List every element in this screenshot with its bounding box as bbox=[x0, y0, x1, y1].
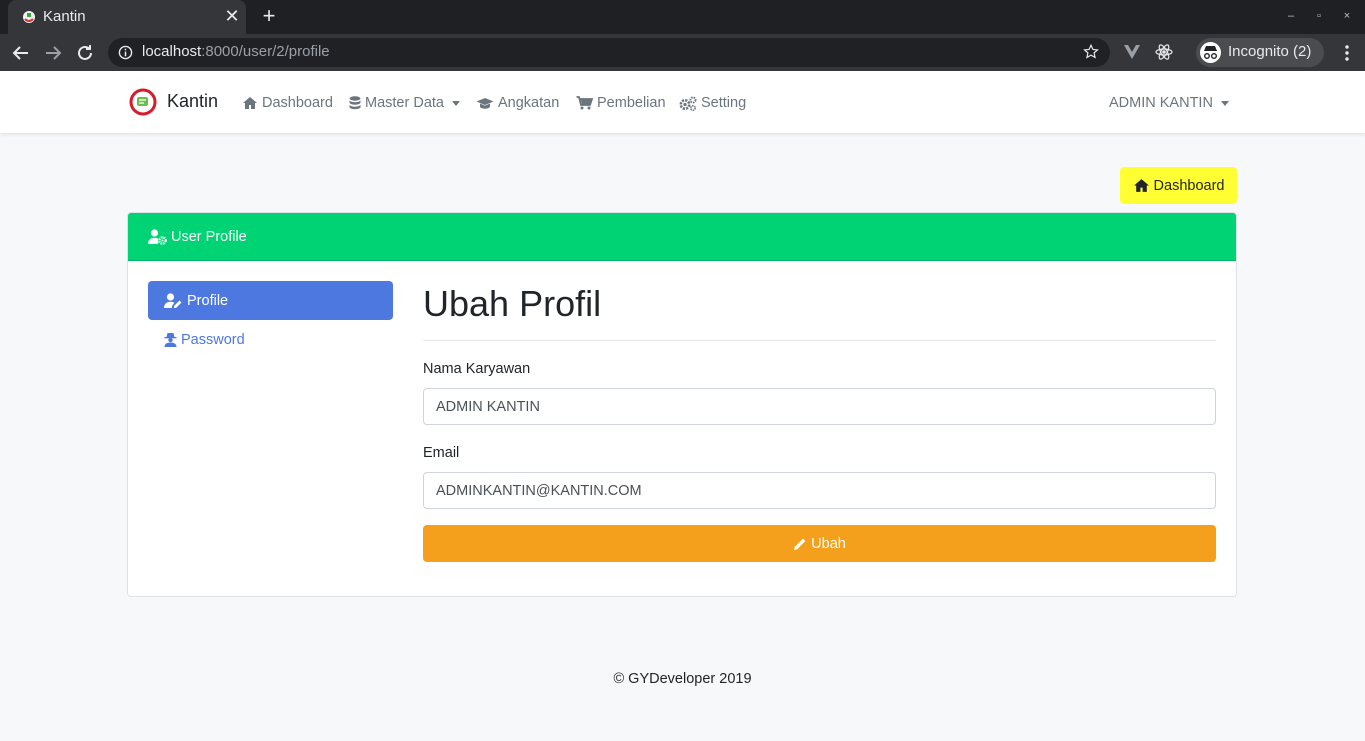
email-input[interactable] bbox=[423, 472, 1216, 509]
tab-close-icon[interactable]: ✕ bbox=[223, 6, 241, 26]
dashboard-button-label: Dashboard bbox=[1153, 177, 1225, 194]
card-header: User Profile bbox=[128, 213, 1236, 261]
email-label: Email bbox=[423, 445, 460, 461]
user-cog-icon bbox=[148, 228, 167, 245]
back-icon[interactable] bbox=[9, 41, 33, 65]
vue-devtools-icon[interactable] bbox=[1122, 42, 1142, 62]
reload-icon[interactable] bbox=[73, 41, 97, 65]
chevron-down-icon bbox=[1220, 100, 1229, 106]
brand-logo-icon bbox=[129, 88, 157, 116]
user-menu-label: ADMIN KANTIN bbox=[1109, 95, 1213, 111]
chevron-down-icon bbox=[451, 100, 460, 106]
react-devtools-icon[interactable] bbox=[1154, 42, 1174, 62]
close-window-icon[interactable]: × bbox=[1339, 8, 1355, 24]
nav-dashboard[interactable]: Dashboard bbox=[242, 93, 333, 113]
home-icon bbox=[243, 97, 257, 109]
form-divider bbox=[423, 340, 1216, 341]
ubah-button[interactable]: Ubah bbox=[423, 525, 1216, 562]
pencil-icon bbox=[794, 538, 806, 550]
database-icon bbox=[349, 96, 361, 110]
browser-tab-strip: Kantin ✕ + – ▫ × bbox=[0, 0, 1365, 34]
nav-angkatan[interactable]: Angkatan bbox=[476, 93, 559, 113]
nav-pembelian-label: Pembelian bbox=[597, 95, 666, 111]
graduation-cap-icon bbox=[476, 97, 494, 109]
bookmark-star-icon[interactable] bbox=[1082, 43, 1100, 61]
card-header-title: User Profile bbox=[171, 228, 247, 245]
favicon-icon bbox=[23, 11, 35, 23]
user-edit-icon bbox=[164, 292, 182, 308]
cart-icon bbox=[576, 96, 593, 110]
ubah-button-label: Ubah bbox=[811, 535, 846, 552]
user-menu[interactable]: ADMIN KANTIN bbox=[1109, 93, 1229, 113]
tab-title: Kantin bbox=[43, 8, 86, 25]
side-nav-profile[interactable]: Profile bbox=[148, 281, 393, 320]
forward-icon[interactable] bbox=[41, 41, 65, 65]
page-content: Kantin Dashboard Master Data Angkatan Pe… bbox=[0, 71, 1365, 741]
nav-setting-label: Setting bbox=[701, 95, 747, 111]
nav-master-data-label: Master Data bbox=[365, 95, 444, 111]
nama-karyawan-label: Nama Karyawan bbox=[423, 361, 531, 377]
side-nav-password[interactable]: Password bbox=[148, 320, 393, 359]
url-text: localhost:8000/user/2/profile bbox=[142, 43, 330, 60]
incognito-icon bbox=[1200, 42, 1221, 63]
url-host: localhost bbox=[142, 43, 202, 60]
browser-menu-icon[interactable] bbox=[1337, 43, 1357, 63]
incognito-label: Incognito (2) bbox=[1228, 43, 1312, 60]
browser-toolbar: localhost:8000/user/2/profile Incognito … bbox=[0, 34, 1365, 71]
nav-master-data[interactable]: Master Data bbox=[349, 93, 460, 113]
side-nav-profile-label: Profile bbox=[187, 292, 229, 309]
footer-copyright: © GYDeveloper 2019 bbox=[613, 671, 752, 687]
form-title: Ubah Profil bbox=[423, 283, 602, 324]
dashboard-button[interactable]: Dashboard bbox=[1120, 167, 1237, 204]
minimize-icon[interactable]: – bbox=[1283, 8, 1299, 24]
nav-angkatan-label: Angkatan bbox=[498, 95, 560, 111]
incognito-badge[interactable]: Incognito (2) bbox=[1196, 38, 1324, 67]
address-bar[interactable]: localhost:8000/user/2/profile bbox=[108, 38, 1110, 67]
nav-pembelian[interactable]: Pembelian bbox=[576, 93, 666, 113]
nav-dashboard-label: Dashboard bbox=[262, 95, 333, 111]
home-icon bbox=[1133, 179, 1149, 192]
user-secret-icon bbox=[164, 333, 177, 347]
maximize-icon[interactable]: ▫ bbox=[1311, 8, 1327, 24]
user-profile-card: User Profile Profile Password Ubah Profi… bbox=[127, 212, 1237, 597]
nav-setting[interactable]: Setting bbox=[679, 93, 746, 113]
new-tab-icon[interactable]: + bbox=[258, 4, 280, 28]
side-nav-password-label: Password bbox=[181, 331, 245, 348]
info-icon[interactable] bbox=[118, 45, 133, 60]
cogs-icon bbox=[679, 96, 697, 111]
brand-name: Kantin bbox=[167, 91, 219, 111]
top-navbar: Kantin Dashboard Master Data Angkatan Pe… bbox=[0, 71, 1365, 133]
browser-tab[interactable]: Kantin ✕ bbox=[8, 0, 246, 34]
url-path: :8000/user/2/profile bbox=[201, 43, 330, 60]
nama-karyawan-input[interactable] bbox=[423, 388, 1216, 425]
